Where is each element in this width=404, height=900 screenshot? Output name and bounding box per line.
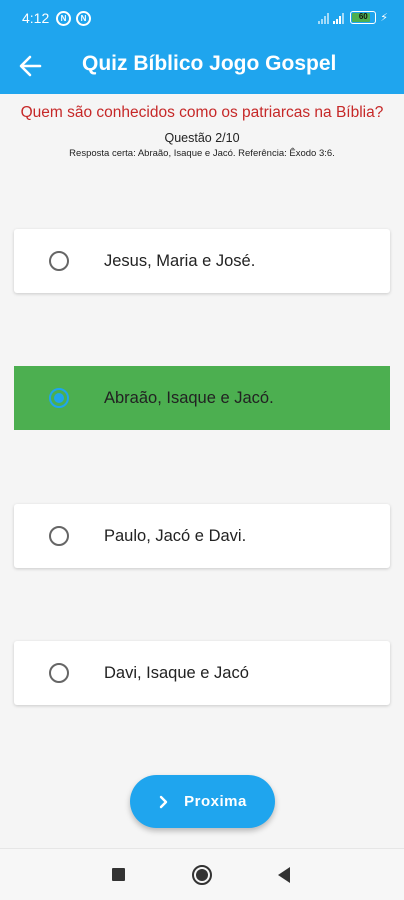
chevron-right-icon <box>159 795 168 808</box>
battery-icon: 60 <box>350 11 377 24</box>
notification-icon: N <box>56 11 71 26</box>
answer-option-selected[interactable]: Abraão, Isaque e Jacó. <box>14 366 390 430</box>
radio-button-selected[interactable] <box>49 388 69 408</box>
status-bar: 4:12 N N 60 ⚡ <box>0 0 404 38</box>
app-title: Quiz Bíblico Jogo Gospel <box>82 52 337 75</box>
question-text: Quem são conhecidos como os patriarcas n… <box>20 104 384 121</box>
next-button[interactable]: Proxima <box>130 775 275 828</box>
answer-option[interactable]: Paulo, Jacó e Davi. <box>14 504 390 568</box>
battery-level: 60 <box>358 12 368 21</box>
radio-button[interactable] <box>49 663 69 683</box>
status-time: 4:12 <box>22 10 50 26</box>
notification-icon: N <box>76 11 91 26</box>
home-icon[interactable] <box>192 865 212 885</box>
radio-button[interactable] <box>49 526 69 546</box>
answer-option[interactable]: Jesus, Maria e José. <box>14 229 390 293</box>
answer-option[interactable]: Davi, Isaque e Jacó <box>14 641 390 705</box>
screen: 4:12 N N 60 ⚡ Quiz Bíblico Jogo Gospel Q… <box>0 0 404 900</box>
radio-button[interactable] <box>49 251 69 271</box>
app-bar: Quiz Bíblico Jogo Gospel <box>0 38 404 94</box>
navigation-bar <box>0 848 404 900</box>
signal-icon <box>318 12 330 24</box>
option-label: Abraão, Isaque e Jacó. <box>104 388 274 407</box>
next-button-label: Proxima <box>184 793 247 810</box>
option-label: Jesus, Maria e José. <box>104 251 256 270</box>
back-triangle-icon[interactable] <box>278 867 290 883</box>
status-icons: 60 ⚡ <box>318 11 388 24</box>
arrow-left-icon <box>19 55 42 77</box>
recents-icon[interactable] <box>112 868 125 881</box>
question-counter: Questão 2/10 <box>164 131 240 145</box>
back-button[interactable] <box>10 46 50 86</box>
signal-icon <box>333 12 345 24</box>
option-label: Paulo, Jacó e Davi. <box>104 526 247 545</box>
answer-hint: Resposta certa: Abraão, Isaque e Jacó. R… <box>69 148 335 159</box>
charging-icon: ⚡ <box>380 12 388 24</box>
option-label: Davi, Isaque e Jacó <box>104 663 249 682</box>
